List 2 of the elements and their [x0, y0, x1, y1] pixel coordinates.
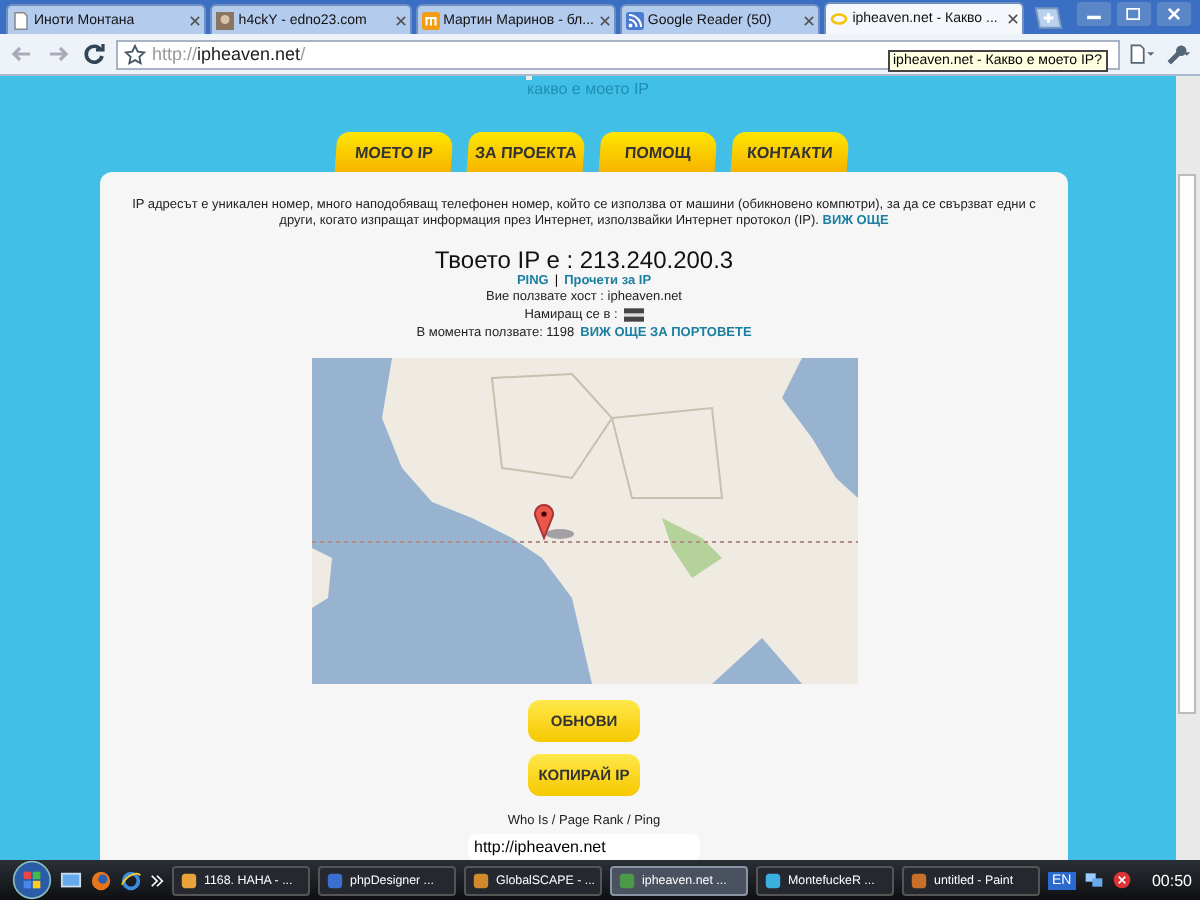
ip-heading: Твоето IP е : 213.240.200.3 — [434, 246, 734, 274]
clock: 00:50 — [1151, 871, 1192, 889]
